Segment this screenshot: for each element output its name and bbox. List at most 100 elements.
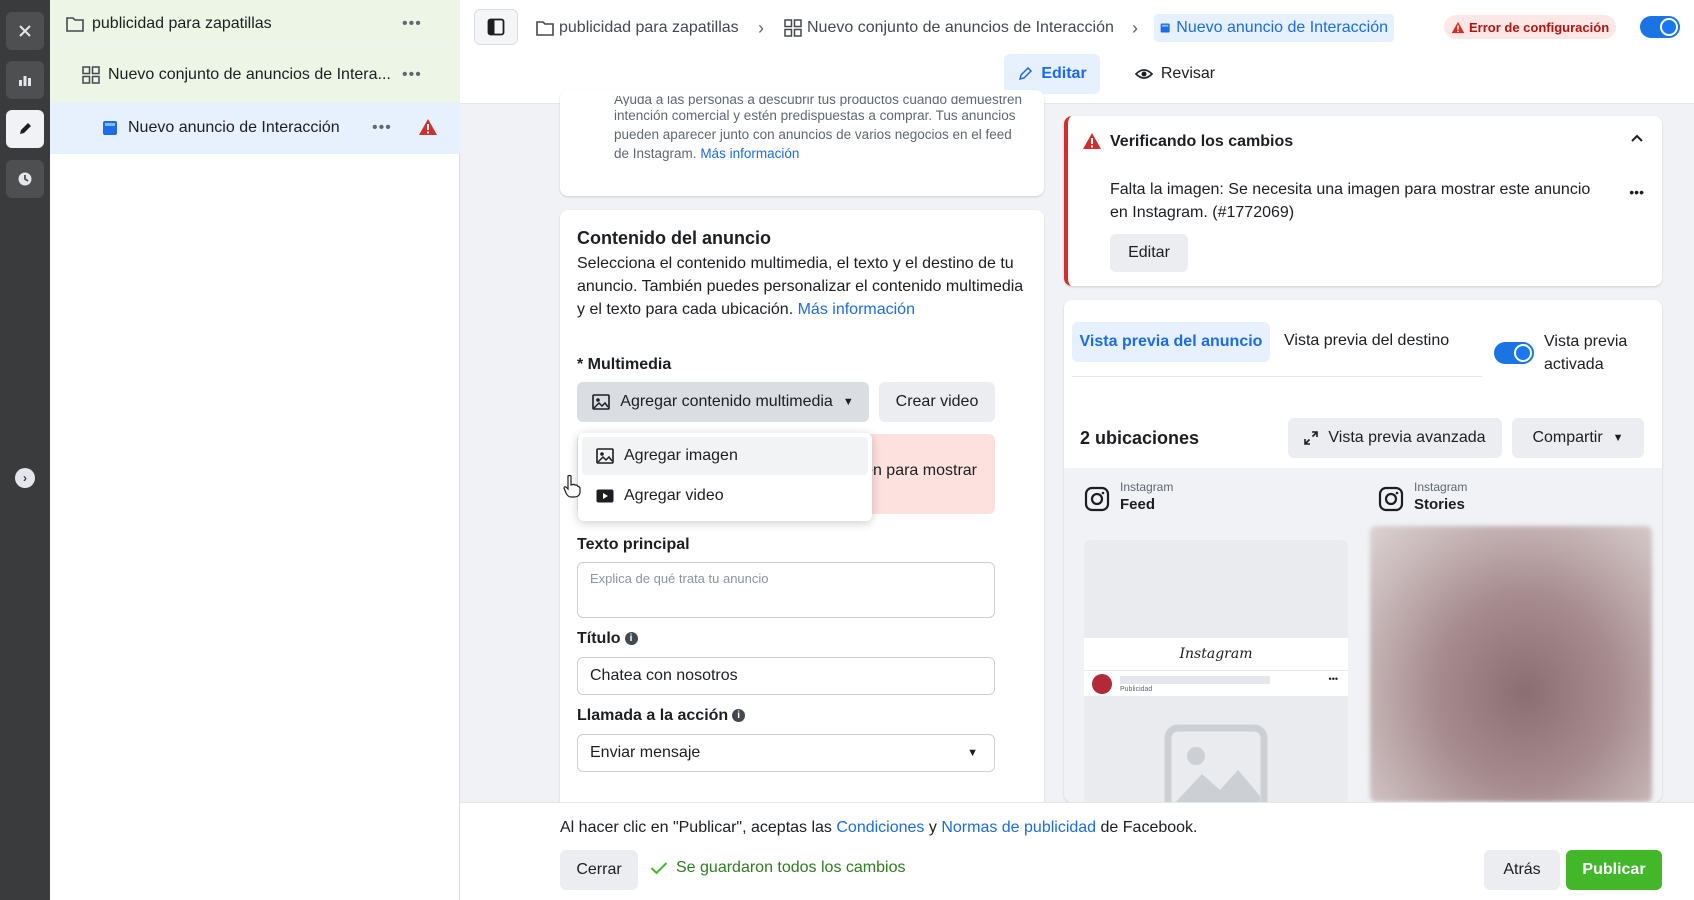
- close-icon[interactable]: [6, 12, 44, 50]
- tab-divider: [1072, 376, 1482, 377]
- feed-name: Feed: [1120, 496, 1156, 513]
- more-icon[interactable]: •••: [372, 119, 392, 137]
- caret-down-icon: ▼: [967, 747, 978, 759]
- tree-campaign-label: publicidad para zapatillas: [92, 14, 272, 32]
- create-video-button[interactable]: Crear video: [879, 382, 995, 422]
- instagram-logo: Instagram: [1179, 646, 1253, 662]
- create-video-label: Crear video: [895, 393, 979, 410]
- more-info-link[interactable]: Más información: [798, 301, 915, 318]
- info-icon[interactable]: i: [624, 632, 638, 646]
- terms-link[interactable]: Condiciones: [836, 819, 924, 836]
- preview-area: 2 ubicaciones Vista previa avanzada Comp…: [1064, 408, 1662, 802]
- breadcrumb-ad[interactable]: Nuevo anuncio de Interacción: [1154, 14, 1394, 42]
- back-button[interactable]: Atrás: [1484, 850, 1560, 890]
- expand-icon: [1304, 431, 1319, 445]
- tab-review[interactable]: Revisar: [1120, 54, 1230, 94]
- placeholder-bar: [1120, 676, 1270, 684]
- tree-campaign[interactable]: publicidad para zapatillas •••: [50, 0, 460, 48]
- breadcrumb-adset[interactable]: Nuevo conjunto de anuncios de Interacció…: [784, 14, 1114, 42]
- back-label: Atrás: [1503, 861, 1541, 878]
- tab-ad-preview[interactable]: Vista previa del anuncio: [1072, 322, 1270, 362]
- cta-value: Enviar mensaje: [590, 744, 701, 761]
- more-icon[interactable]: •••: [402, 66, 422, 84]
- preview-toggle-label: Vista previa activada: [1544, 333, 1628, 373]
- stories-platform: Instagram: [1414, 480, 1468, 494]
- objective-info-card: Ayuda a las personas a descubrir tus pro…: [560, 90, 1044, 196]
- title-label: Título i: [577, 630, 638, 648]
- more-icon: •••: [1328, 674, 1338, 684]
- close-button[interactable]: Cerrar: [560, 850, 638, 890]
- eye-icon: [1134, 69, 1153, 79]
- share-label: Compartir: [1532, 429, 1603, 446]
- chevron-right-icon[interactable]: ›: [15, 468, 35, 488]
- verify-message: Falta la imagen: Se necesita una imagen …: [1110, 181, 1591, 221]
- preview-toggle[interactable]: [1494, 342, 1534, 364]
- clock-icon[interactable]: [6, 160, 44, 198]
- section-description: Selecciona el contenido multimedia, el t…: [577, 255, 1024, 318]
- tab-edit-label: Editar: [1041, 65, 1087, 82]
- grid-icon: [784, 19, 802, 37]
- advanced-preview-label: Vista previa avanzada: [1328, 429, 1486, 446]
- menu-item-add-video[interactable]: Agregar video: [582, 477, 868, 515]
- add-media-button[interactable]: Agregar contenido multimedia ▼: [577, 382, 869, 422]
- ad-status-toggle[interactable]: [1640, 16, 1680, 38]
- pencil-icon: [1019, 66, 1033, 81]
- add-media-label: Agregar contenido multimedia: [620, 393, 833, 410]
- share-button[interactable]: Compartir ▼: [1512, 418, 1644, 458]
- preview-header: 2 ubicaciones Vista previa avanzada Comp…: [1064, 408, 1662, 468]
- caret-down-icon: ▼: [842, 396, 854, 408]
- panel-toggle-button[interactable]: [474, 9, 518, 45]
- verify-edit-button[interactable]: Editar: [1110, 234, 1188, 272]
- tab-edit[interactable]: Editar: [1004, 54, 1100, 94]
- tree-ad[interactable]: Nuevo anuncio de Interacción •••: [50, 102, 460, 154]
- breadcrumb-adset-label: Nuevo conjunto de anuncios de Interacció…: [807, 19, 1114, 36]
- ad-icon: [103, 121, 117, 135]
- menu-item-label: Agregar video: [624, 487, 724, 504]
- pencil-icon[interactable]: [6, 110, 44, 148]
- config-error-label: Error de configuración: [1469, 19, 1610, 35]
- video-icon: [596, 489, 614, 503]
- grid-icon: [82, 66, 100, 84]
- more-icon[interactable]: •••: [402, 15, 422, 33]
- tab-destination-preview[interactable]: Vista previa del destino: [1284, 332, 1449, 350]
- feed-platform: Instagram: [1120, 480, 1174, 494]
- info-icon[interactable]: i: [732, 709, 746, 723]
- breadcrumb-campaign[interactable]: publicidad para zapatillas: [536, 14, 739, 42]
- chart-icon[interactable]: [6, 61, 44, 99]
- publish-button[interactable]: Publicar: [1566, 850, 1662, 890]
- save-status: Se guardaron todos los cambios: [650, 859, 905, 877]
- image-icon: [592, 394, 611, 410]
- avatar: [1092, 674, 1112, 694]
- tree-adset-label: Nuevo conjunto de anuncios de Intera...: [108, 66, 391, 83]
- add-media-menu: Agregar imagen Agregar video: [578, 433, 872, 521]
- hand-cursor-icon: [562, 474, 582, 502]
- primary-text-label: Texto principal: [577, 536, 690, 553]
- tab-review-label: Revisar: [1160, 65, 1216, 82]
- breadcrumb-separator: ›: [758, 17, 764, 38]
- tree-adset[interactable]: Nuevo conjunto de anuncios de Intera... …: [50, 48, 460, 102]
- chevron-up-icon[interactable]: [1630, 130, 1644, 146]
- save-status-label: Se guardaron todos los cambios: [676, 859, 906, 876]
- primary-text-input[interactable]: Explica de qué trata tu anuncio: [577, 562, 995, 618]
- close-label: Cerrar: [576, 861, 622, 878]
- advanced-preview-button[interactable]: Vista previa avanzada: [1288, 418, 1502, 458]
- image-icon: [596, 448, 614, 464]
- ad-policies-link[interactable]: Normas de publicidad: [941, 819, 1096, 836]
- tree-ad-label: Nuevo anuncio de Interacción: [128, 119, 340, 136]
- feed-preview-mock: Instagram Publicidad •••: [1084, 540, 1348, 802]
- warning-icon: [419, 119, 437, 135]
- breadcrumb-campaign-label: publicidad para zapatillas: [559, 19, 739, 36]
- publish-label: Publicar: [1582, 861, 1646, 878]
- instagram-icon: [1378, 486, 1404, 516]
- verify-edit-label: Editar: [1128, 244, 1170, 261]
- menu-item-add-image[interactable]: Agregar imagen: [582, 437, 868, 475]
- multimedia-label: * Multimedia: [577, 356, 672, 373]
- title-input[interactable]: Chatea con nosotros: [577, 657, 995, 695]
- preview-card: Vista previa del anuncio Vista previa de…: [1064, 300, 1662, 802]
- more-icon[interactable]: •••: [1629, 184, 1644, 200]
- menu-item-label: Agregar imagen: [624, 447, 738, 464]
- folder-icon: [66, 16, 84, 32]
- config-error-badge[interactable]: Error de configuración: [1444, 15, 1617, 39]
- more-info-link[interactable]: Más información: [700, 146, 799, 161]
- cta-select[interactable]: Enviar mensaje ▼: [577, 734, 995, 772]
